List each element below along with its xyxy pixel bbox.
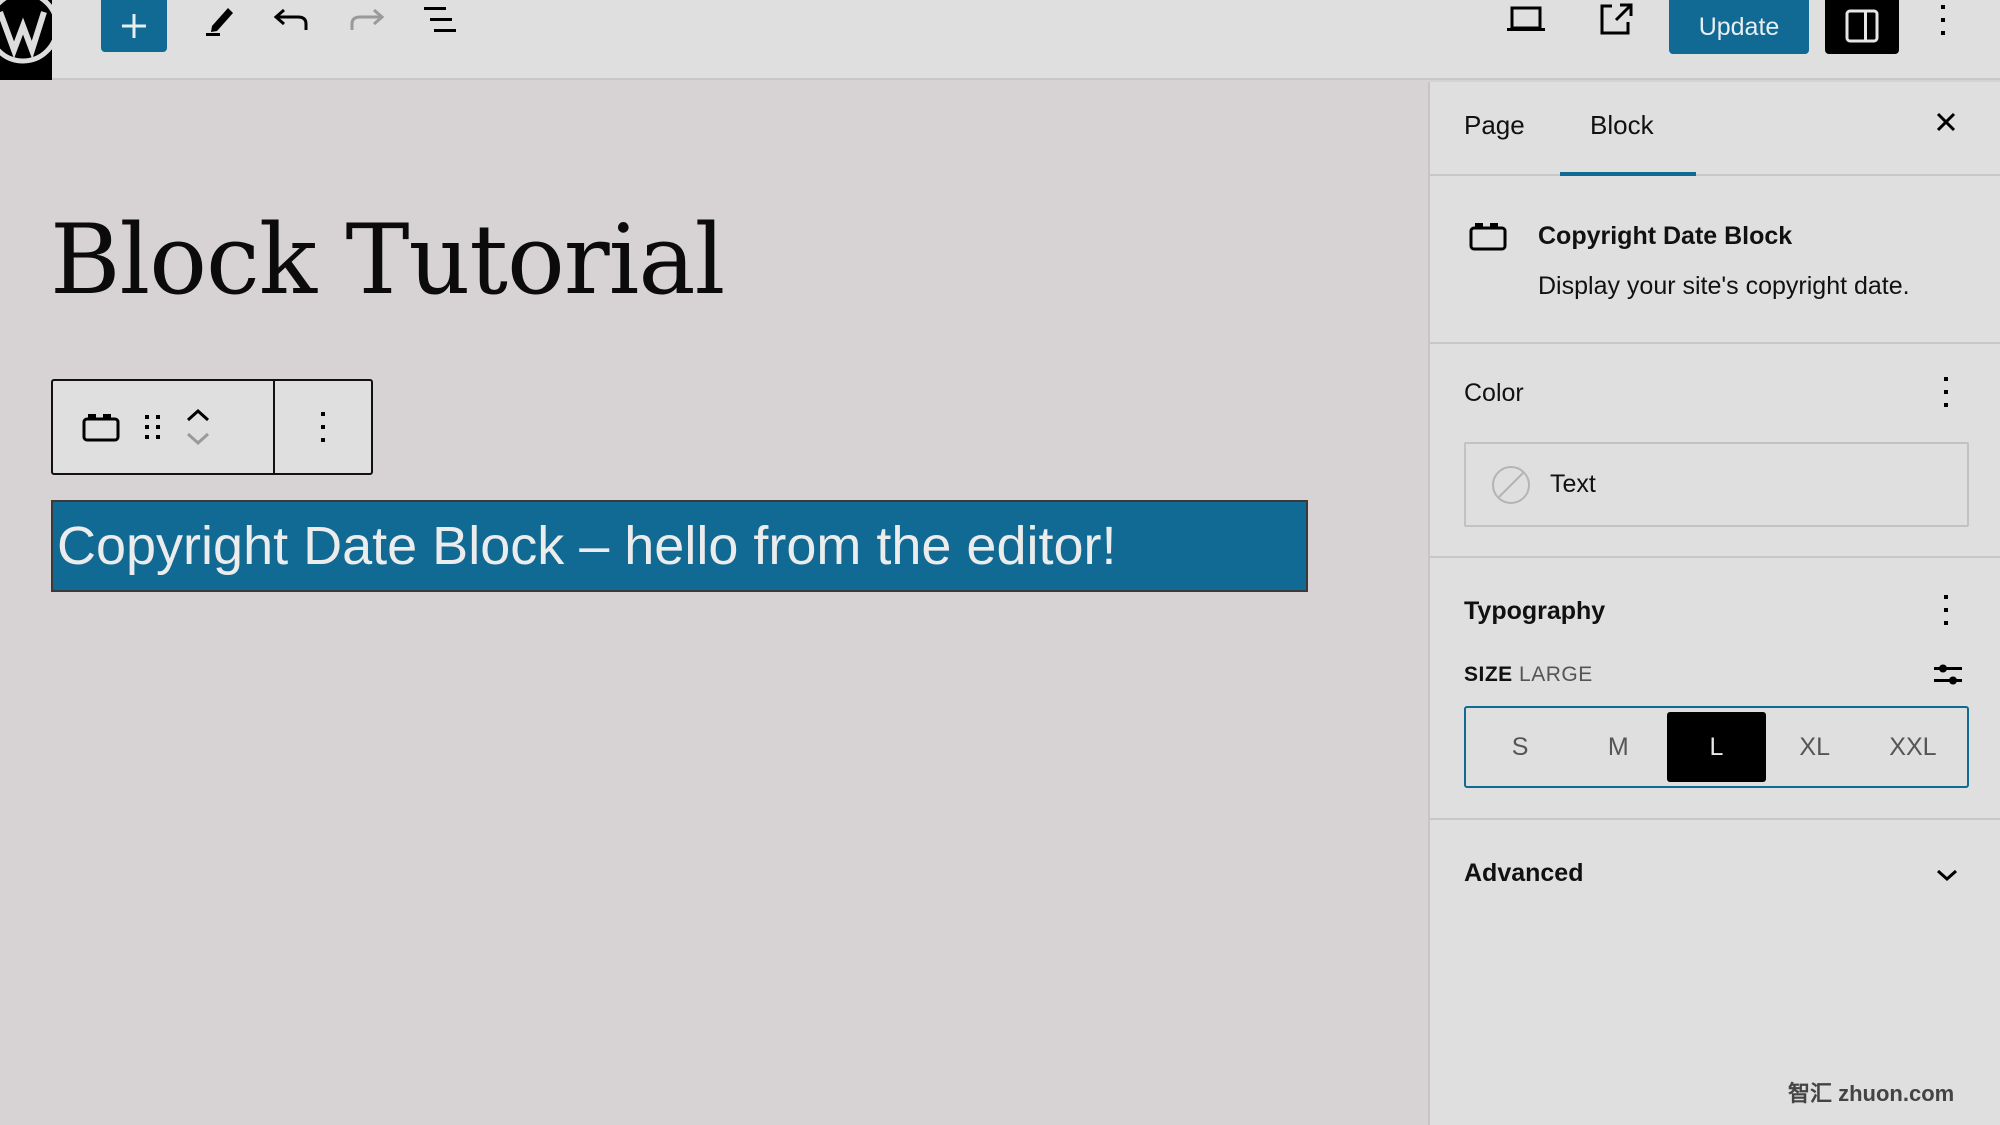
settings-sliders-icon — [1934, 664, 1962, 685]
advanced-toggle[interactable] — [1932, 860, 1962, 890]
sidebar-tabs: Page Block — [1430, 82, 2000, 176]
font-size-option-s[interactable]: S — [1471, 712, 1569, 782]
color-panel-title: Color — [1464, 379, 1524, 407]
font-size-picker: S M L XL XXL — [1464, 706, 1969, 788]
block-switcher-button[interactable] — [81, 411, 121, 443]
block-options-button[interactable] — [318, 410, 328, 444]
settings-sidebar: Page Block Copyright Date Block Display … — [1428, 82, 2000, 1125]
block-card: Copyright Date Block Display your site's… — [1430, 178, 2000, 344]
block-card-description: Display your site's copyright date. — [1538, 272, 1910, 300]
undo-icon — [273, 8, 308, 30]
more-vertical-icon — [321, 412, 325, 442]
sidebar-toggle-icon — [1845, 9, 1879, 43]
watermark: 智汇 zhuon.com — [1788, 1081, 1955, 1106]
font-size-label: SIZE LARGE — [1464, 663, 1593, 687]
block-icon — [82, 414, 120, 442]
typography-panel: Typography SIZE LARGE S M L XL XXL — [1430, 560, 2000, 820]
font-size-option-xxl[interactable]: XXL — [1864, 712, 1962, 782]
font-size-option-xl[interactable]: XL — [1766, 712, 1864, 782]
list-view-icon — [424, 7, 456, 32]
tab-page[interactable]: Page — [1464, 110, 1525, 141]
settings-toggle-button[interactable] — [1825, 0, 1899, 54]
font-size-option-l[interactable]: L — [1667, 712, 1766, 782]
typography-panel-title: Typography — [1464, 597, 1606, 625]
text-color-button[interactable]: Text — [1464, 442, 1969, 527]
laptop-icon — [1507, 6, 1545, 31]
selected-copyright-block[interactable]: Copyright Date Block – hello from the ed… — [51, 500, 1308, 592]
redo-icon — [350, 8, 385, 30]
options-menu-button[interactable] — [1928, 0, 1958, 40]
advanced-panel[interactable]: Advanced — [1430, 822, 2000, 922]
chevron-down-icon — [1937, 869, 1957, 882]
block-card-title: Copyright Date Block — [1538, 222, 1793, 250]
block-icon — [1469, 223, 1507, 251]
block-mover — [185, 408, 211, 446]
custom-size-toggle[interactable] — [1930, 656, 1966, 692]
font-size-key: SIZE — [1464, 663, 1513, 686]
list-view-button[interactable] — [414, 0, 466, 40]
wordpress-logo[interactable] — [0, 0, 52, 80]
post-title[interactable]: Block Tutorial — [50, 204, 725, 316]
color-options-button[interactable] — [1930, 372, 1962, 412]
color-panel: Color Text — [1430, 346, 2000, 558]
close-sidebar-button[interactable] — [1930, 106, 1962, 138]
more-vertical-icon — [1941, 5, 1945, 35]
preview-button[interactable] — [1500, 0, 1552, 40]
more-vertical-icon — [1944, 595, 1948, 625]
block-toolbar-more-group — [275, 381, 371, 473]
wordpress-logo-icon — [0, 0, 52, 64]
update-button[interactable]: Update — [1669, 0, 1809, 54]
advanced-panel-title[interactable]: Advanced — [1464, 859, 1583, 888]
editor-canvas: Block Tutorial Copyright Date Block – he… — [0, 82, 1428, 1125]
block-toolbar — [51, 379, 373, 475]
plus-icon — [122, 14, 146, 38]
chevron-up-icon[interactable] — [185, 408, 211, 422]
drag-handle[interactable] — [143, 412, 163, 442]
editor-header: Update — [0, 0, 2000, 80]
more-vertical-icon — [1944, 377, 1948, 407]
block-toolbar-main-group — [53, 381, 275, 473]
close-icon — [1936, 112, 1956, 132]
view-post-button[interactable] — [1590, 0, 1642, 40]
active-tab-indicator — [1560, 172, 1696, 176]
font-size-value: LARGE — [1519, 663, 1593, 686]
tab-block[interactable]: Block — [1590, 110, 1654, 141]
pencil-icon — [206, 8, 233, 36]
add-block-button[interactable] — [101, 0, 167, 52]
tools-button[interactable] — [192, 0, 244, 40]
typography-options-button[interactable] — [1930, 590, 1962, 630]
drag-handle-icon — [145, 415, 160, 439]
font-size-option-m[interactable]: M — [1569, 712, 1667, 782]
undo-button[interactable] — [266, 0, 318, 40]
chevron-down-icon[interactable] — [185, 432, 211, 446]
text-color-label: Text — [1550, 470, 1596, 498]
redo-button[interactable] — [340, 0, 392, 40]
external-link-icon — [1600, 3, 1633, 35]
no-color-swatch-icon — [1492, 465, 1530, 504]
